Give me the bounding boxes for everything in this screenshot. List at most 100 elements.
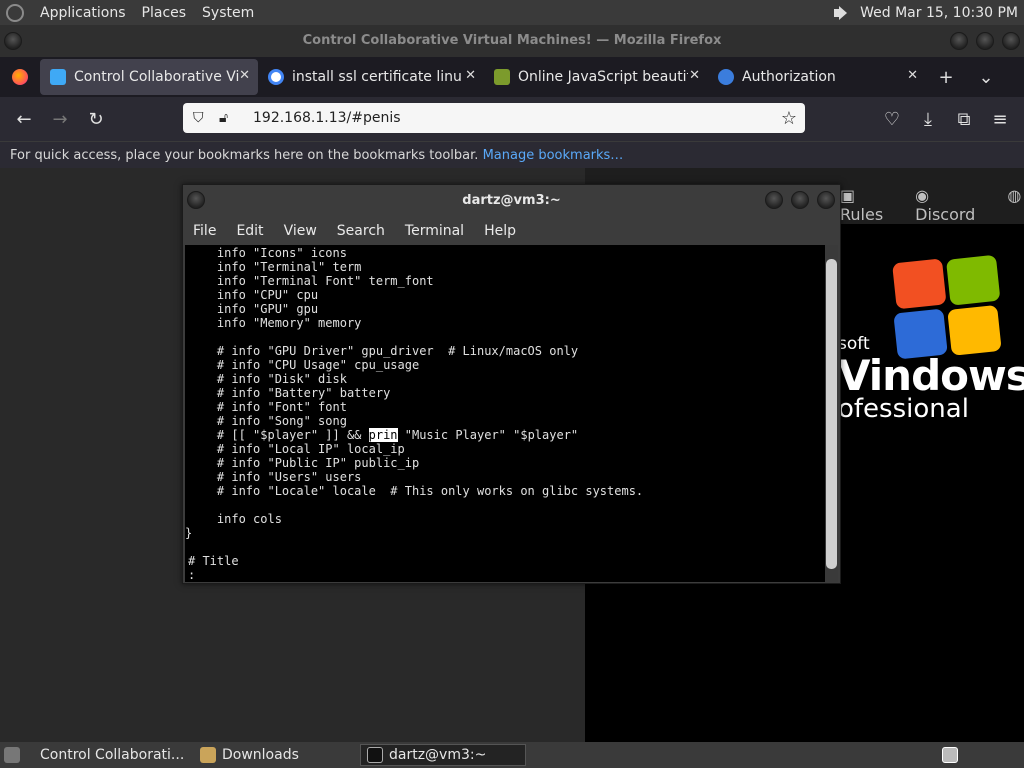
- terminal-line: info "Icons" icons: [188, 246, 347, 260]
- google-icon: [268, 69, 284, 85]
- menu-edit[interactable]: Edit: [236, 223, 263, 239]
- terminal-window-menu-button[interactable]: [187, 191, 205, 209]
- taskbar-terminal[interactable]: dartz@vm3:~: [360, 744, 526, 766]
- workspace-switcher[interactable]: [936, 744, 964, 766]
- terminal-line: # info "Public IP" public_ip: [188, 456, 420, 470]
- menu-search[interactable]: Search: [337, 223, 385, 239]
- windows-flag-logo: [888, 253, 1008, 364]
- window-menu-button[interactable]: [4, 32, 22, 50]
- firefox-view-icon[interactable]: [12, 69, 28, 85]
- terminal-line: # info "Font" font: [188, 400, 347, 414]
- menu-help[interactable]: Help: [484, 223, 516, 239]
- scrollbar-thumb[interactable]: [826, 259, 837, 569]
- close-tab-icon[interactable]: ✕: [239, 68, 250, 83]
- places-menu[interactable]: Places: [134, 5, 195, 21]
- manage-bookmarks-link[interactable]: Manage bookmarks…: [483, 148, 624, 163]
- back-icon[interactable]: ←: [6, 109, 42, 130]
- system-menu[interactable]: System: [194, 5, 262, 21]
- tab-bar: Control Collaborative Virtua ✕ install s…: [0, 57, 1024, 97]
- volume-icon[interactable]: [832, 5, 852, 21]
- show-desktop-icon[interactable]: [0, 744, 24, 766]
- terminal-line: # info "Disk" disk: [188, 372, 347, 386]
- menu-view[interactable]: View: [284, 223, 317, 239]
- url-text[interactable]: 192.168.1.13/#penis: [253, 110, 401, 126]
- terminal-line: # info "Battery" battery: [188, 386, 391, 400]
- new-tab-icon[interactable]: +: [926, 67, 966, 88]
- hamburger-menu-icon[interactable]: ≡: [982, 109, 1018, 130]
- minimize-button[interactable]: [950, 32, 968, 50]
- monitor-icon: [50, 69, 66, 85]
- close-tab-icon[interactable]: ✕: [465, 68, 476, 83]
- insecure-lock-icon[interactable]: 🔓︎: [219, 110, 239, 126]
- url-bar[interactable]: ⛉ 🔓︎ 192.168.1.13/#penis ☆: [183, 103, 805, 133]
- search-highlight: prin: [368, 428, 398, 442]
- forward-icon[interactable]: →: [42, 109, 78, 130]
- window-title: Control Collaborative Virtual Machines! …: [302, 33, 722, 48]
- site-nav: ▣ Rules ◉ Discord ◍: [840, 186, 1024, 224]
- terminal-line: info "Terminal Font" term_font: [188, 274, 434, 288]
- tab-control-collaborative[interactable]: Control Collaborative Virtua ✕: [40, 59, 258, 95]
- terminal-line: info cols: [188, 512, 282, 526]
- bookmarks-toolbar: For quick access, place your bookmarks h…: [0, 141, 1024, 168]
- maximize-button[interactable]: [976, 32, 994, 50]
- terminal-line: info "Terminal" term: [188, 260, 362, 274]
- nav-bar: ← → ↻ ⛉ 🔓︎ 192.168.1.13/#penis ☆ ♡ ⤓ ⧉ ≡: [0, 97, 1024, 141]
- close-button[interactable]: [1002, 32, 1020, 50]
- menu-file[interactable]: File: [193, 223, 216, 239]
- terminal-line-highlighted: # [[ "$player" ]] && prin "Music Player"…: [188, 428, 579, 442]
- distro-logo-icon[interactable]: [6, 3, 24, 22]
- terminal-window[interactable]: dartz@vm3:~ File Edit View Search Termin…: [182, 184, 841, 584]
- terminal-line: # info "GPU Driver" gpu_driver # Linux/m…: [188, 344, 579, 358]
- xp-brand-line2: Vindowsxp: [838, 351, 1024, 400]
- pocket-icon[interactable]: ♡: [874, 109, 910, 130]
- clock[interactable]: Wed Mar 15, 10:30 PM: [860, 5, 1018, 21]
- terminal-line: }: [185, 526, 193, 540]
- terminal-line: # info "Users" users: [188, 470, 362, 484]
- folder-icon: [200, 747, 216, 763]
- terminal-title: dartz@vm3:~: [462, 193, 561, 208]
- close-tab-icon[interactable]: ✕: [689, 68, 700, 83]
- terminal-output[interactable]: info "Icons" icons info "Terminal" term …: [185, 245, 826, 582]
- taskbar-firefox[interactable]: Control Collaborati...: [28, 744, 190, 766]
- close-tab-icon[interactable]: ✕: [907, 68, 918, 83]
- terminal-line: info "Memory" memory: [188, 316, 362, 330]
- terminal-maximize-button[interactable]: [791, 191, 809, 209]
- list-tabs-icon[interactable]: ⌄: [966, 67, 1006, 88]
- terminal-line: # info "Song" song: [188, 414, 347, 428]
- bookmarks-hint: For quick access, place your bookmarks h…: [10, 148, 479, 163]
- terminal-scrollbar[interactable]: [825, 245, 838, 582]
- terminal-line: info "CPU" cpu: [188, 288, 319, 302]
- site-nav-discord[interactable]: ◉ Discord: [915, 186, 991, 224]
- applications-menu[interactable]: Applications: [32, 5, 134, 21]
- terminal-line: info "GPU" gpu: [188, 302, 319, 316]
- menu-terminal[interactable]: Terminal: [405, 223, 464, 239]
- downloads-icon[interactable]: ⤓: [910, 109, 946, 130]
- at-sign-icon: [718, 69, 734, 85]
- reload-icon[interactable]: ↻: [78, 109, 114, 130]
- terminal-minimize-button[interactable]: [765, 191, 783, 209]
- terminal-line: # info "Local IP" local_ip: [188, 442, 405, 456]
- xp-brand-line3: ofessional: [838, 394, 969, 424]
- terminal-line: # info "Locale" locale # This only works…: [188, 484, 644, 498]
- bookmark-star-icon[interactable]: ☆: [781, 108, 797, 129]
- terminal-close-button[interactable]: [817, 191, 835, 209]
- tab-install-ssl[interactable]: install ssl certificate linux - G ✕: [258, 59, 484, 95]
- site-nav-rules[interactable]: ▣ Rules: [840, 186, 899, 224]
- tab-js-beautifier[interactable]: Online JavaScript beautifier ✕: [484, 59, 708, 95]
- taskbar-downloads[interactable]: Downloads: [194, 744, 356, 766]
- bottom-panel: Control Collaborati... Downloads dartz@v…: [0, 742, 1024, 768]
- desktop: Applications Places System Wed Mar 15, 1…: [0, 0, 1024, 768]
- terminal-menubar: File Edit View Search Terminal Help: [183, 216, 840, 245]
- site-nav-more-icon[interactable]: ◍: [1007, 186, 1021, 224]
- terminal-icon: [367, 747, 383, 763]
- beautifier-icon: [494, 69, 510, 85]
- shield-icon[interactable]: ⛉: [193, 110, 213, 126]
- extensions-icon[interactable]: ⧉: [946, 109, 982, 130]
- tab-authorization[interactable]: Authorization ✕: [708, 59, 926, 95]
- firefox-titlebar: Control Collaborative Virtual Machines! …: [0, 25, 1024, 57]
- terminal-line: :: [188, 568, 196, 582]
- terminal-titlebar[interactable]: dartz@vm3:~: [183, 185, 840, 216]
